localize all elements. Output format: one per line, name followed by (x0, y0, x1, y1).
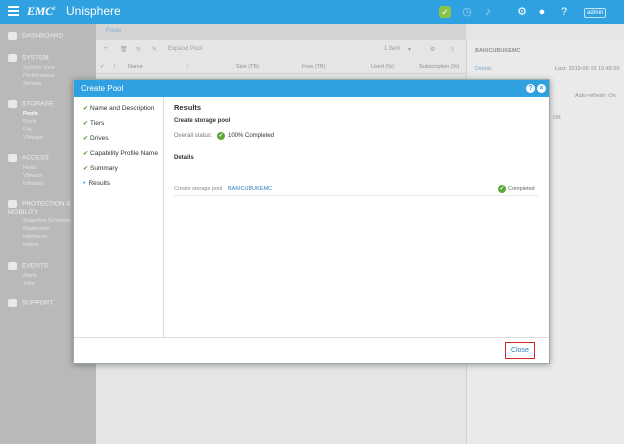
step-tiers[interactable]: ✔ Tiers (83, 120, 104, 127)
sidebar-item-vmware-storage[interactable]: VMware (23, 135, 43, 141)
hamburger-icon[interactable] (8, 6, 19, 18)
sidebar-item-block[interactable]: Block (23, 119, 36, 125)
success-check-icon: ✓ (217, 132, 225, 140)
step-results[interactable]: • Results (83, 180, 110, 187)
sidebar-section-support[interactable]: SUPPORT (8, 299, 53, 307)
sidebar-item-system-view[interactable]: System View (23, 65, 55, 71)
dashboard-icon (8, 32, 17, 40)
system-icon (8, 54, 17, 62)
gear-icon[interactable]: ⚙ (515, 5, 529, 19)
current-step-dot-icon: • (83, 180, 86, 187)
protection-icon (8, 200, 17, 208)
access-icon (8, 154, 17, 162)
overall-status-label: Overall status: (174, 133, 213, 139)
detail-row: Create storage pool BAKICUBUKEMC ✓ Compl… (174, 185, 538, 196)
checkmark-icon: ✔ (83, 151, 89, 157)
sidebar-item-pools[interactable]: Pools (23, 111, 38, 117)
detail-status: Completed (508, 186, 535, 192)
checkmark-icon: ✔ (83, 166, 89, 172)
create-storage-pool-heading: Create storage pool (174, 118, 231, 124)
detail-task-label: Create storage pool (174, 186, 223, 192)
sidebar-item-import[interactable]: Import (23, 242, 39, 248)
step-drives[interactable]: ✔ Drives (83, 135, 108, 142)
sidebar-item-interfaces[interactable]: Interfaces (23, 234, 47, 240)
top-bar: EMC2 Unisphere ✓ ◷ ♪ ⚙ ● ? admin (0, 0, 624, 24)
checkmark-icon: ✔ (83, 106, 89, 112)
create-pool-dialog: Create Pool ? × ✔ Name and Description ✔ T… (73, 79, 550, 364)
product-name: Unisphere (66, 4, 121, 18)
sidebar-item-vmware-access[interactable]: VMware (23, 173, 43, 179)
dialog-footer: Close (74, 337, 549, 363)
clock-icon[interactable]: ◷ (460, 5, 474, 19)
brand-logo: EMC2 (27, 4, 55, 18)
results-panel: Results Create storage pool Overall stat… (165, 97, 549, 337)
user-menu[interactable]: admin (584, 8, 607, 18)
sidebar-item-service[interactable]: Service (23, 81, 41, 87)
detail-pool-link[interactable]: BAKICUBUKEMC (228, 186, 272, 192)
checkmark-icon: ✔ (83, 121, 89, 127)
bell-icon[interactable]: ♪ (481, 5, 495, 19)
step-name-and-description[interactable]: ✔ Name and Description (83, 105, 154, 112)
dialog-header: Create Pool ? × (74, 80, 549, 97)
help-icon[interactable]: ? (526, 84, 535, 93)
user-icon[interactable]: ● (535, 5, 549, 19)
sidebar-item-initiators[interactable]: Initiators (23, 181, 44, 187)
sidebar-section-storage[interactable]: STORAGE (8, 100, 54, 108)
sidebar-item-replication[interactable]: Replication (23, 226, 50, 232)
step-summary[interactable]: ✔ Summary (83, 165, 118, 172)
storage-icon (8, 100, 17, 108)
success-check-icon: ✓ (498, 185, 506, 193)
sidebar-item-hosts[interactable]: Hosts (23, 165, 37, 171)
checkmark-icon: ✔ (83, 136, 89, 142)
sidebar-item-file[interactable]: File (23, 127, 32, 133)
sidebar-item-performance[interactable]: Performance (23, 73, 55, 79)
close-button[interactable]: Close (505, 342, 535, 359)
dialog-title: Create Pool (81, 84, 124, 93)
sidebar-item-jobs[interactable]: Jobs (23, 281, 35, 287)
overall-status-value: 100% Completed (228, 133, 275, 139)
events-icon (8, 262, 17, 270)
wizard-steps: ✔ Name and Description ✔ Tiers ✔ Drives ✔ Ca… (74, 97, 164, 337)
close-icon[interactable]: × (537, 84, 546, 93)
sidebar-item-snapshot-schedule[interactable]: Snapshot Schedule (23, 218, 71, 224)
step-capability-profile-name[interactable]: ✔ Capability Profile Name (83, 150, 158, 157)
help-icon[interactable]: ? (557, 5, 571, 19)
sidebar-section-events[interactable]: EVENTS (8, 262, 48, 270)
sidebar-section-dashboard[interactable]: DASHBOARD (8, 32, 63, 40)
sidebar-section-system[interactable]: SYSTEM (8, 54, 49, 62)
check-badge-icon[interactable]: ✓ (439, 6, 451, 18)
sidebar-item-alerts[interactable]: Alerts (23, 273, 37, 279)
support-icon (8, 299, 17, 307)
results-heading: Results (174, 103, 202, 112)
sidebar-section-access[interactable]: ACCESS (8, 154, 49, 162)
details-heading: Details (174, 155, 194, 161)
